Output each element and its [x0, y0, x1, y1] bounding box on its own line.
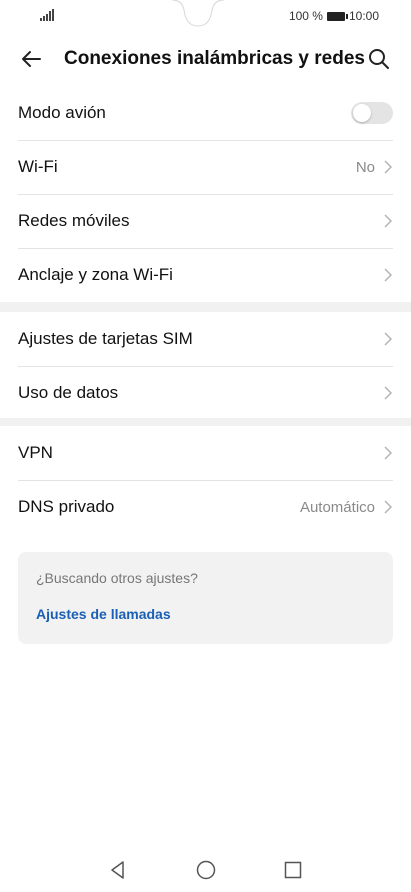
toggle-knob [353, 104, 371, 122]
settings-group-3: VPN DNS privado Automático [0, 426, 411, 534]
chevron-right-icon [384, 214, 393, 228]
back-button[interactable] [16, 44, 46, 74]
status-bar: 100 % 10:00 [0, 0, 411, 32]
chevron-right-icon [384, 268, 393, 282]
triangle-back-icon [111, 861, 124, 879]
search-icon [369, 49, 389, 69]
row-sim-settings[interactable]: Ajustes de tarjetas SIM [0, 312, 411, 366]
chevron-right-icon [384, 500, 393, 514]
row-data-usage[interactable]: Uso de datos [0, 366, 411, 420]
section-gap [0, 302, 411, 312]
airplane-mode-toggle[interactable] [351, 102, 393, 124]
signal-icon [40, 9, 54, 21]
row-vpn[interactable]: VPN [0, 426, 411, 480]
chevron-right-icon [384, 332, 393, 346]
row-tethering-hotspot[interactable]: Anclaje y zona Wi-Fi [0, 248, 411, 302]
row-wifi[interactable]: Wi-Fi No [0, 140, 411, 194]
row-private-dns[interactable]: DNS privado Automático [0, 480, 411, 534]
battery-percent: 100 % [288, 9, 323, 23]
nav-recents-button[interactable] [281, 858, 305, 882]
system-nav-bar [0, 848, 411, 892]
clock: 10:00 [348, 9, 379, 23]
row-airplane-mode[interactable]: Modo avión [0, 86, 411, 140]
suggestion-card: ¿Buscando otros ajustes? Ajustes de llam… [18, 552, 393, 644]
nav-home-button[interactable] [194, 858, 218, 882]
circle-home-icon [196, 860, 216, 880]
camera-notch [172, 0, 224, 27]
row-label: Wi-Fi [18, 157, 58, 176]
suggestion-question: ¿Buscando otros ajustes? [36, 570, 198, 586]
nav-back-button[interactable] [106, 858, 130, 882]
square-recents-icon [284, 861, 302, 879]
row-label: Uso de datos [18, 383, 119, 402]
row-label: DNS privado [18, 497, 115, 516]
settings-group-2: Ajustes de tarjetas SIM Uso de datos [0, 312, 411, 420]
row-value: No [355, 158, 375, 176]
row-label: VPN [18, 443, 53, 462]
row-label: Redes móviles [18, 211, 130, 230]
battery-icon [326, 11, 348, 21]
chevron-right-icon [384, 160, 393, 174]
app-bar: Conexiones inalámbricas y redes [0, 32, 411, 86]
settings-group-1: Modo avión Wi-Fi No Redes móviles Anclaj… [0, 86, 411, 302]
chevron-right-icon [384, 446, 393, 460]
row-mobile-networks[interactable]: Redes móviles [0, 194, 411, 248]
search-button[interactable] [364, 44, 394, 74]
row-value: Automático [299, 498, 375, 516]
chevron-right-icon [384, 386, 393, 400]
page-title: Conexiones inalámbricas y redes [64, 48, 365, 69]
back-arrow-icon [22, 51, 41, 67]
row-label: Anclaje y zona Wi-Fi [18, 265, 173, 284]
call-settings-link[interactable]: Ajustes de llamadas [36, 606, 375, 622]
status-right: 100 % 10:00 [289, 9, 379, 23]
row-label: Ajustes de tarjetas SIM [18, 329, 193, 348]
row-label: Modo avión [18, 103, 106, 122]
